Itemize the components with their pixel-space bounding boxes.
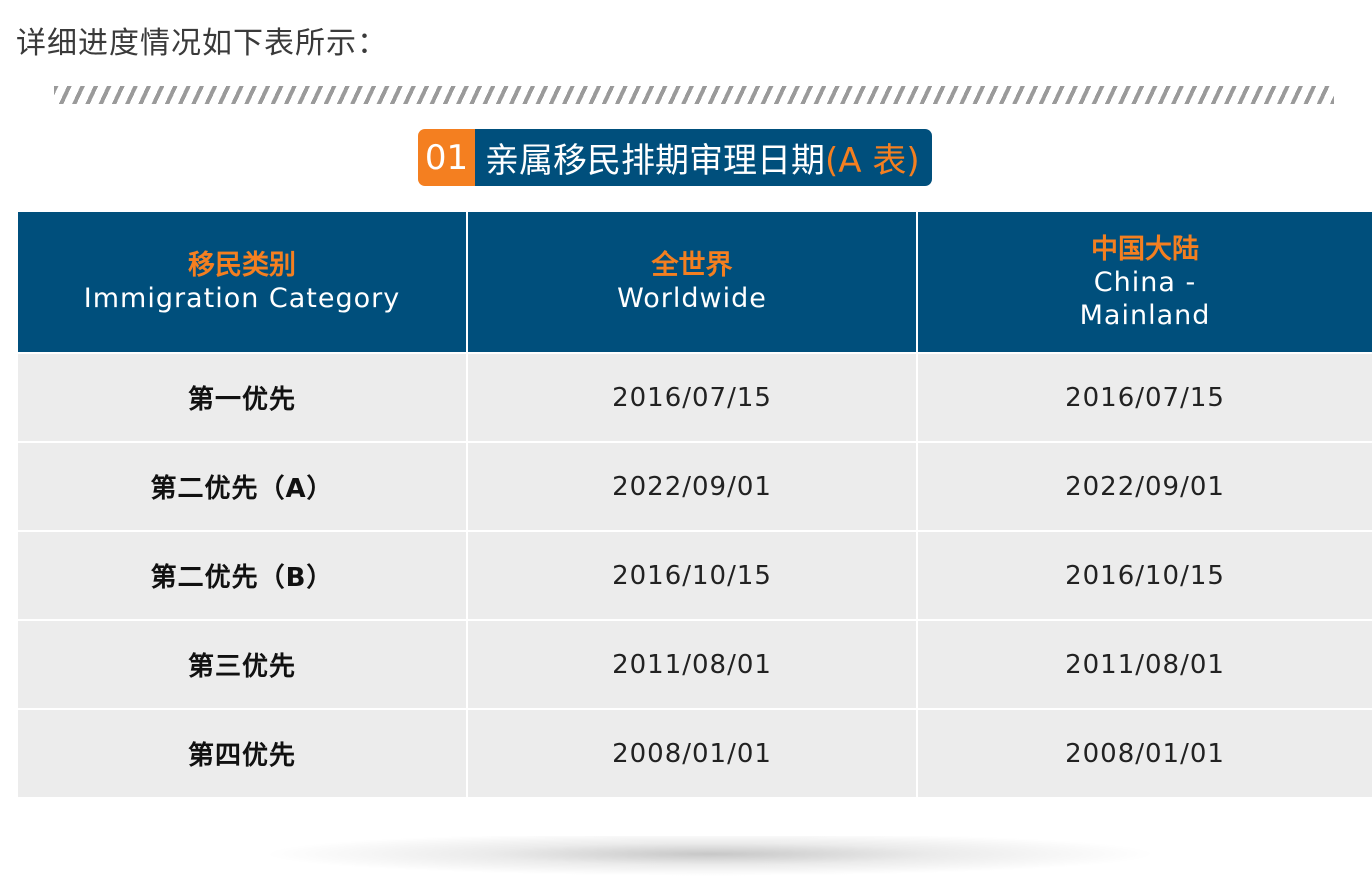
header-worldwide-en: Worldwide: [617, 283, 767, 314]
section-label: 亲属移民排期审理日期 (A 表): [475, 129, 932, 186]
row-worldwide-date: 2022/09/01: [467, 441, 918, 531]
row-china-date: 2011/08/01: [917, 619, 1372, 709]
table-row: 第二优先（B） 2016/10/15 2016/10/15: [18, 530, 1372, 620]
row-china-date: 2016/10/15: [917, 530, 1372, 620]
section-title-banner: 01 亲属移民排期审理日期 (A 表): [418, 129, 932, 186]
priority-dates-table: 移民类别 Immigration Category 全世界 Worldwide …: [18, 212, 1372, 797]
row-category: 第二优先（B）: [18, 530, 468, 620]
table-row: 第二优先（A） 2022/09/01 2022/09/01: [18, 441, 1372, 531]
row-category: 第二优先（A）: [18, 441, 468, 531]
row-category: 第一优先: [18, 352, 468, 442]
section-title-text: 亲属移民排期审理日期: [485, 141, 825, 181]
header-worldwide: 全世界 Worldwide: [467, 212, 918, 353]
section-title-suffix: (A 表): [825, 141, 920, 181]
header-category-zh: 移民类别: [188, 250, 296, 281]
row-worldwide-date: 2016/07/15: [467, 352, 918, 442]
row-category: 第四优先: [18, 708, 468, 797]
decorative-shadow-divider: [260, 836, 1160, 876]
priority-dates-table-wrapper: 移民类别 Immigration Category 全世界 Worldwide …: [18, 212, 1372, 797]
row-china-date: 2016/07/15: [917, 352, 1372, 442]
row-worldwide-date: 2011/08/01: [467, 619, 918, 709]
table-row: 第一优先 2016/07/15 2016/07/15: [18, 352, 1372, 442]
row-worldwide-date: 2008/01/01: [467, 708, 918, 797]
table-header-row: 移民类别 Immigration Category 全世界 Worldwide …: [18, 212, 1372, 353]
header-category: 移民类别 Immigration Category: [18, 212, 468, 353]
table-row: 第三优先 2011/08/01 2011/08/01: [18, 619, 1372, 709]
intro-text: 详细进度情况如下表所示：: [16, 26, 388, 61]
row-china-date: 2008/01/01: [917, 708, 1372, 797]
row-category: 第三优先: [18, 619, 468, 709]
header-worldwide-zh: 全世界: [651, 250, 733, 281]
header-china-en: China - Mainland: [1079, 266, 1211, 331]
header-china: 中国大陆 China - Mainland: [917, 212, 1372, 353]
table-row: 第四优先 2008/01/01 2008/01/01: [18, 708, 1372, 797]
row-worldwide-date: 2016/10/15: [467, 530, 918, 620]
header-china-zh: 中国大陆: [1091, 233, 1199, 265]
row-china-date: 2022/09/01: [917, 441, 1372, 531]
section-number: 01: [418, 129, 475, 186]
header-category-en: Immigration Category: [83, 283, 401, 314]
hatched-divider: [54, 86, 1334, 104]
